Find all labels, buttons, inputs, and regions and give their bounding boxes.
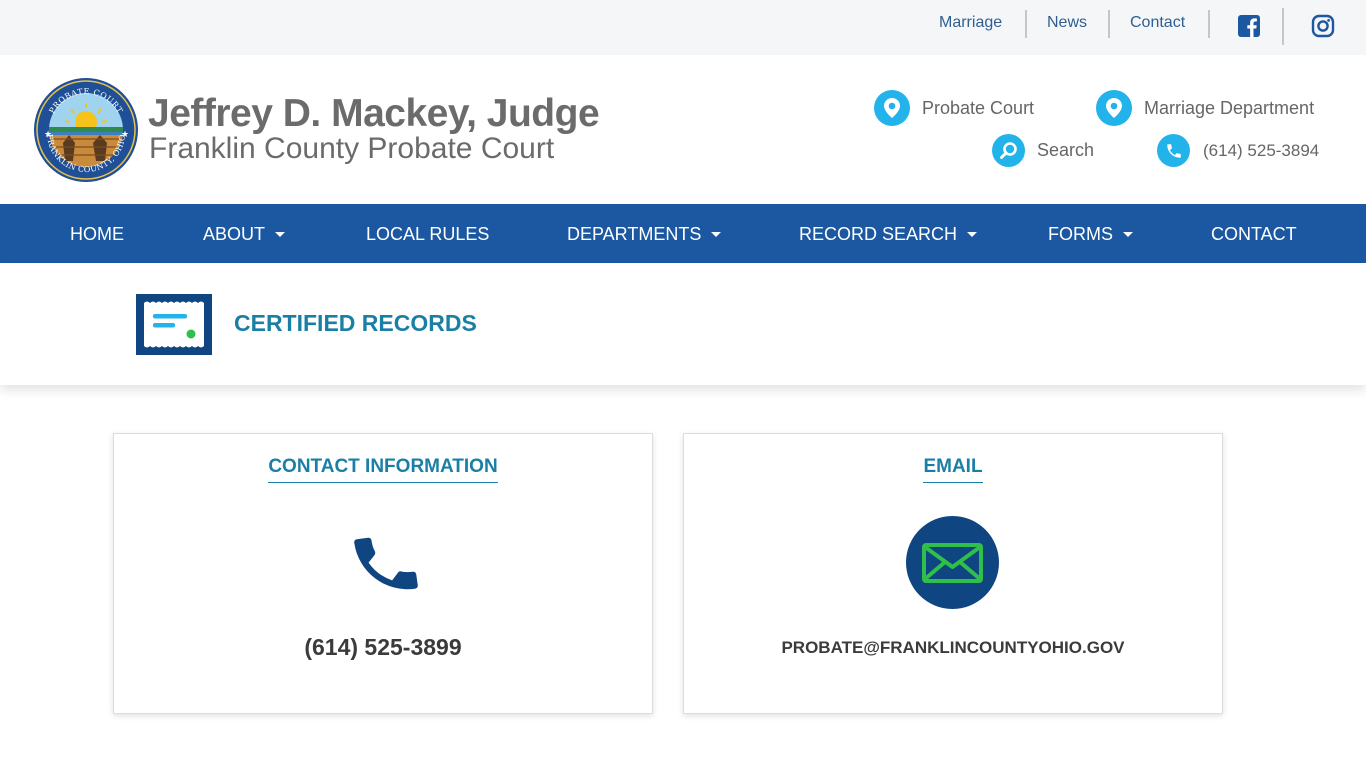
search-icon: [992, 134, 1025, 167]
top-link-contact[interactable]: Contact: [1130, 14, 1185, 32]
email-card: EMAIL PROBATE@FRANKLINCOUNTYOHIO.GOV: [683, 433, 1223, 714]
caret-down-icon: [275, 232, 286, 237]
quick-link-search[interactable]: Search: [992, 134, 1094, 167]
contact-information-card: CONTACT INFORMATION (614) 525-3899: [113, 433, 653, 714]
divider: [1108, 10, 1110, 38]
nav-item-record-search[interactable]: RECORD SEARCH: [799, 224, 978, 245]
page-title-band: CERTIFIED RECORDS: [0, 263, 1366, 385]
map-pin-icon: [874, 90, 910, 126]
contact-phone-number[interactable]: (614) 525-3899: [114, 634, 652, 661]
nav-item-about[interactable]: ABOUT: [203, 224, 286, 245]
nav-item-home[interactable]: HOME: [70, 224, 124, 245]
nav-label: RECORD SEARCH: [799, 224, 958, 244]
quick-link-marriage-department[interactable]: Marriage Department: [1096, 90, 1314, 126]
divider: [1282, 8, 1284, 45]
envelope-icon: [906, 516, 999, 609]
quick-link-label: Probate Court: [922, 97, 1035, 118]
certificate-icon: [136, 294, 212, 355]
nav-label: LOCAL RULES: [366, 224, 490, 244]
court-seal-logo[interactable]: ★ ★ PROBATE COURT FRANKLIN COUNTY, OHIO: [33, 77, 139, 183]
quick-link-label: Search: [1037, 140, 1095, 160]
instagram-icon[interactable]: [1311, 14, 1335, 38]
card-title: EMAIL: [923, 456, 983, 483]
caret-down-icon: [967, 232, 978, 237]
quick-link-phone[interactable]: (614) 525-3894: [1157, 134, 1319, 167]
caret-down-icon: [1123, 232, 1133, 237]
quick-link-probate-court[interactable]: Probate Court: [874, 90, 1034, 126]
top-link-news[interactable]: News: [1047, 14, 1087, 32]
page-title: CERTIFIED RECORDS: [234, 310, 477, 336]
nav-item-contact[interactable]: CONTACT: [1211, 224, 1297, 245]
nav-item-forms[interactable]: FORMS: [1048, 224, 1133, 245]
main-navigation: HOME ABOUT LOCAL RULES DEPARTMENTS RECOR…: [0, 204, 1366, 263]
nav-label: CONTACT: [1211, 224, 1297, 244]
facebook-icon[interactable]: [1237, 14, 1261, 38]
court-name[interactable]: Franklin County Probate Court: [149, 132, 554, 166]
nav-label: HOME: [70, 224, 124, 244]
quick-link-label: Marriage Department: [1144, 97, 1315, 118]
quick-link-label: (614) 525-3894: [1203, 140, 1320, 160]
map-pin-icon: [1096, 90, 1132, 126]
top-link-marriage[interactable]: Marriage: [939, 14, 1002, 32]
nav-label: DEPARTMENTS: [567, 224, 702, 244]
phone-icon: [1157, 134, 1190, 167]
utility-bar: Marriage News Contact: [0, 0, 1366, 55]
caret-down-icon: [711, 232, 722, 237]
nav-item-local-rules[interactable]: LOCAL RULES: [366, 224, 489, 245]
divider: [1208, 10, 1210, 38]
nav-label: ABOUT: [203, 224, 266, 244]
nav-item-departments[interactable]: DEPARTMENTS: [567, 224, 722, 245]
phone-icon: [354, 537, 418, 590]
nav-label: FORMS: [1048, 224, 1113, 244]
contact-email-address[interactable]: PROBATE@FRANKLINCOUNTYOHIO.GOV: [684, 638, 1222, 658]
judge-name[interactable]: Jeffrey D. Mackey, Judge: [148, 92, 600, 136]
site-header: ★ ★ PROBATE COURT FRANKLIN COUNTY, OHIO …: [0, 55, 1366, 204]
card-title: CONTACT INFORMATION: [268, 456, 498, 483]
divider: [1025, 10, 1027, 38]
